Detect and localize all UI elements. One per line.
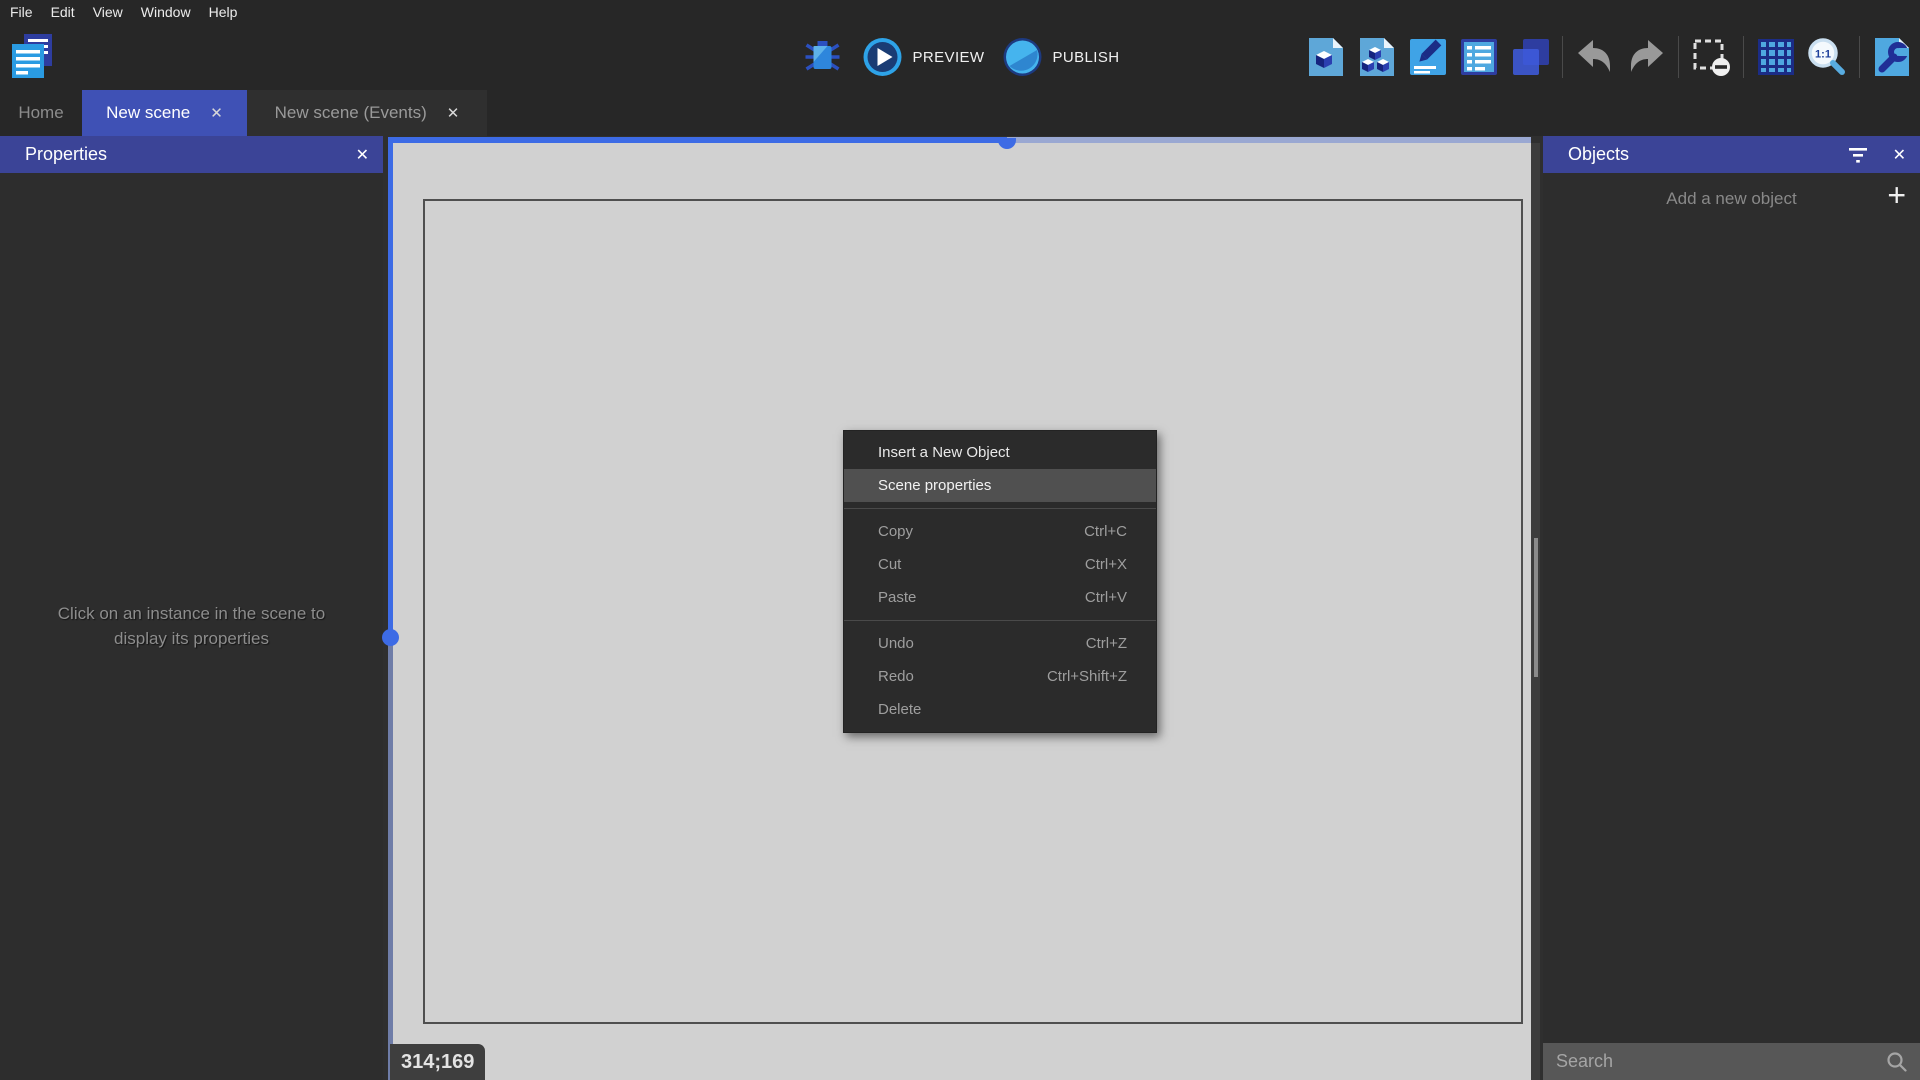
properties-panel-body: Click on an instance in the scene to dis… xyxy=(0,173,383,1080)
context-menu-divider xyxy=(844,508,1156,509)
add-object-button[interactable]: + xyxy=(1887,179,1906,211)
context-menu-item-scene-properties[interactable]: Scene properties xyxy=(844,469,1156,502)
tab-new-scene-events[interactable]: New scene (Events) ✕ xyxy=(247,90,487,136)
menu-item-shortcut: Ctrl+V xyxy=(1085,589,1156,606)
events-editor-icon[interactable] xyxy=(1406,35,1450,79)
toolbar-center-group: PREVIEW PUBLISH xyxy=(801,24,1120,90)
menu-item-shortcut: Ctrl+Shift+Z xyxy=(1047,668,1156,685)
tab-home[interactable]: Home xyxy=(0,90,82,136)
preview-button[interactable]: PREVIEW xyxy=(861,35,985,79)
search-icon xyxy=(1886,1051,1908,1073)
scene-editor-icon[interactable] xyxy=(1304,35,1348,79)
publish-button[interactable]: PUBLISH xyxy=(1000,35,1119,79)
toolbar: PREVIEW PUBLISH xyxy=(0,24,1920,90)
context-menu-item-undo[interactable]: Undo Ctrl+Z xyxy=(844,627,1156,660)
layers-list-icon[interactable] xyxy=(1457,35,1501,79)
context-menu: Insert a New Object Scene properties Cop… xyxy=(843,430,1157,733)
objects-panel-header: Objects ✕ xyxy=(1543,136,1920,173)
objects-search-input[interactable] xyxy=(1543,1051,1886,1072)
menu-view[interactable]: View xyxy=(93,4,123,20)
objects-search-bar xyxy=(1543,1043,1920,1080)
menu-item-shortcut: Ctrl+X xyxy=(1085,556,1156,573)
properties-panel: Properties ✕ Click on an instance in the… xyxy=(0,136,383,1080)
menu-help[interactable]: Help xyxy=(209,4,238,20)
debugger-icon[interactable] xyxy=(801,35,845,79)
menu-item-label: Copy xyxy=(844,523,1084,540)
toolbar-separator xyxy=(1678,36,1679,78)
cursor-coordinates-badge: 314;169 xyxy=(390,1044,485,1080)
tab-new-scene[interactable]: New scene ✕ xyxy=(82,90,247,136)
tab-home-label: Home xyxy=(18,103,63,123)
objects-list-icon[interactable] xyxy=(1355,35,1399,79)
right-scrollbar-thumb[interactable] xyxy=(1534,538,1538,677)
play-icon xyxy=(861,35,905,79)
context-menu-item-redo[interactable]: Redo Ctrl+Shift+Z xyxy=(844,660,1156,693)
app-window: File Edit View Window Help xyxy=(0,0,1920,1080)
context-menu-item-insert-new-object[interactable]: Insert a New Object xyxy=(844,436,1156,469)
toolbar-separator xyxy=(1562,36,1563,78)
menu-bar: File Edit View Window Help xyxy=(0,0,1920,24)
menu-item-shortcut: Ctrl+C xyxy=(1084,523,1156,540)
context-menu-item-copy[interactable]: Copy Ctrl+C xyxy=(844,515,1156,548)
cursor-coordinates: 314;169 xyxy=(401,1051,474,1074)
main-area: Properties ✕ Click on an instance in the… xyxy=(0,136,1920,1080)
toolbar-right-group: 1:1 xyxy=(1304,24,1914,90)
context-menu-item-paste[interactable]: Paste Ctrl+V xyxy=(844,581,1156,614)
tab-close-icon[interactable]: ✕ xyxy=(447,104,460,122)
menu-file[interactable]: File xyxy=(10,4,33,20)
tab-close-icon[interactable]: ✕ xyxy=(210,104,223,122)
objects-panel: Objects ✕ Add a new object + xyxy=(1543,136,1920,1080)
menu-item-label: Redo xyxy=(844,668,1047,685)
horizontal-scrollbar-track[interactable] xyxy=(1007,137,1531,143)
mask-selection-icon[interactable] xyxy=(1689,35,1733,79)
publish-label: PUBLISH xyxy=(1052,49,1119,66)
toolbar-separator xyxy=(1859,36,1860,78)
tab-bar: Home New scene ✕ New scene (Events) ✕ xyxy=(0,90,1920,136)
vertical-scrollbar-handle[interactable] xyxy=(382,629,399,646)
globe-icon xyxy=(1000,35,1044,79)
add-object-label: Add a new object xyxy=(1666,189,1796,209)
add-object-row: Add a new object + xyxy=(1543,173,1920,225)
preview-label: PREVIEW xyxy=(913,49,985,66)
project-manager-icon[interactable] xyxy=(8,31,56,81)
zoom-one-to-one-icon[interactable]: 1:1 xyxy=(1805,35,1849,79)
scene-settings-icon[interactable] xyxy=(1870,35,1914,79)
menu-window[interactable]: Window xyxy=(141,4,191,20)
context-menu-item-delete[interactable]: Delete xyxy=(844,693,1156,726)
grid-icon[interactable] xyxy=(1754,35,1798,79)
menu-item-label: Scene properties xyxy=(844,477,1127,494)
vertical-scrollbar-track[interactable] xyxy=(388,645,393,1080)
context-menu-item-cut[interactable]: Cut Ctrl+X xyxy=(844,548,1156,581)
vertical-scrollbar-thumb[interactable] xyxy=(388,143,393,637)
menu-edit[interactable]: Edit xyxy=(51,4,75,20)
undo-icon[interactable] xyxy=(1573,35,1617,79)
right-scrollbar-track[interactable] xyxy=(1531,143,1540,1080)
menu-item-label: Delete xyxy=(844,701,1127,718)
menu-item-shortcut: Ctrl+Z xyxy=(1086,635,1156,652)
properties-hint: Click on an instance in the scene to dis… xyxy=(42,602,342,651)
objects-panel-title: Objects xyxy=(1543,144,1629,165)
horizontal-scrollbar-thumb[interactable] xyxy=(388,137,1007,143)
menu-item-label: Insert a New Object xyxy=(844,444,1127,461)
properties-panel-header: Properties ✕ xyxy=(0,136,383,173)
tab-new-scene-events-label: New scene (Events) xyxy=(275,103,427,123)
zoom-ratio-label: 1:1 xyxy=(1815,49,1831,61)
instances-layers-icon[interactable] xyxy=(1508,35,1552,79)
menu-item-label: Cut xyxy=(844,556,1085,573)
menu-item-label: Paste xyxy=(844,589,1085,606)
scene-editor-canvas-area: 314;169 Insert a New Object Scene proper… xyxy=(383,136,1543,1080)
filter-icon[interactable] xyxy=(1848,147,1868,163)
menu-item-label: Undo xyxy=(844,635,1086,652)
properties-close-icon[interactable]: ✕ xyxy=(356,145,369,165)
tab-new-scene-label: New scene xyxy=(106,103,190,123)
properties-panel-title: Properties xyxy=(0,144,107,165)
redo-icon[interactable] xyxy=(1624,35,1668,79)
context-menu-divider xyxy=(844,620,1156,621)
toolbar-separator xyxy=(1743,36,1744,78)
objects-close-icon[interactable]: ✕ xyxy=(1893,145,1906,165)
